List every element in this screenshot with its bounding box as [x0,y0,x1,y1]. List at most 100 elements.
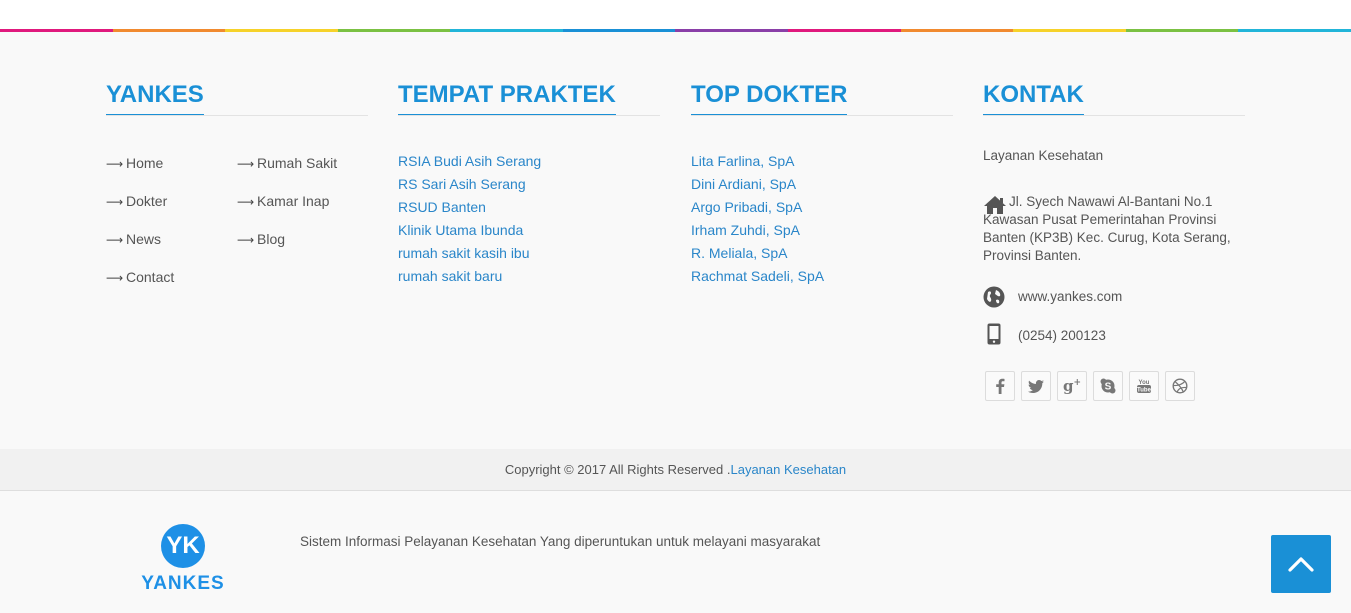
social-links: g+ S You Tube [985,371,1201,401]
list-item: rumah sakit kasih ibu [398,242,541,265]
nav-item-label: Contact [126,269,175,285]
logo-wordmark: YANKES [141,573,225,594]
stripe-segment [1013,29,1126,32]
address-text: Jl. Syech Nawawi Al-Bantani No.1 Kawasan… [983,194,1231,263]
stripe-segment [562,29,676,32]
list-item: R. Meliala, SpA [691,242,824,265]
stripe-segment [112,29,226,32]
dokter-link[interactable]: Dini Ardiani, SpA [691,176,796,192]
nav-item-label: Dokter [126,193,168,209]
column-title-tempat-praktek: TEMPAT PRAKTEK [398,80,616,116]
arrow-right-icon: ⟶ [106,157,124,171]
list-item: Irham Zuhdi, SpA [691,219,824,242]
stripe-segment [225,29,338,32]
stripe-segment [1238,29,1351,32]
list-item: Klinik Utama Ibunda [398,219,541,242]
tempat-link[interactable]: rumah sakit baru [398,268,502,284]
nav-item-label: News [126,231,162,247]
home-icon [984,196,1006,214]
yankes-logo[interactable]: YK YANKES [138,524,228,594]
list-item: RSIA Budi Asih Serang [398,150,541,173]
tempat-link[interactable]: Klinik Utama Ibunda [398,222,523,238]
phone-text: (0254) 200123 [1018,328,1106,343]
copyright-link[interactable]: Layanan Kesehatan [730,462,846,477]
nav-item-label: Rumah Sakit [257,155,338,171]
back-to-top-button[interactable] [1271,535,1331,593]
phone-icon [987,323,1001,345]
youtube-icon[interactable]: You Tube [1129,371,1159,401]
dokter-link[interactable]: Irham Zuhdi, SpA [691,222,800,238]
color-stripe [0,29,1351,32]
stripe-segment [337,29,451,32]
dokter-link[interactable]: Rachmat Sadeli, SpA [691,268,824,284]
logo-circle: YK [161,524,205,568]
stripe-segment [900,29,1014,32]
column-title-kontak: KONTAK [983,80,1084,116]
stripe-segment [1125,29,1239,32]
column-title-yankes: YANKES [106,80,204,116]
top-dokter-list: Lita Farlina, SpA Dini Ardiani, SpA Argo… [691,150,824,288]
facebook-icon[interactable] [985,371,1015,401]
bottom-footer: YK YANKES Sistem Informasi Pelayanan Kes… [0,491,1351,613]
tempat-link[interactable]: RS Sari Asih Serang [398,176,526,192]
dokter-link[interactable]: Lita Farlina, SpA [691,153,795,169]
arrow-right-icon: ⟶ [237,233,255,247]
tempat-link[interactable]: rumah sakit kasih ibu [398,245,530,261]
nav-item-blog[interactable]: ⟶ Blog [237,229,285,250]
column-divider [691,115,953,116]
svg-text:S: S [1105,382,1112,393]
svg-text:Tube: Tube [1137,388,1152,394]
nav-item-rumah-sakit[interactable]: ⟶ Rumah Sakit [237,153,337,174]
skype-icon[interactable]: S [1093,371,1123,401]
footer-column-tempat-praktek: TEMPAT PRAKTEK RSIA Budi Asih Serang RS … [398,80,660,284]
arrow-right-icon: ⟶ [106,233,124,247]
arrow-right-icon: ⟶ [237,157,255,171]
tagline: Sistem Informasi Pelayanan Kesehatan Yan… [300,534,821,549]
copyright-text: Copyright © 2017 All Rights Reserved . [504,462,731,477]
nav-item-dokter[interactable]: ⟶ Dokter [106,191,167,212]
nav-item-kamar-inap[interactable]: ⟶ Kamar Inap [237,191,329,212]
nav-item-label: Blog [257,231,286,247]
list-item: RSUD Banten [398,196,541,219]
arrow-right-icon: ⟶ [106,271,124,285]
stripe-segment [450,29,563,32]
list-item: RS Sari Asih Serang [398,173,541,196]
kontak-name: Layanan Kesehatan [983,148,1104,163]
header-area [0,0,1351,29]
google-plus-icon[interactable]: g+ [1057,371,1087,401]
tempat-link[interactable]: RSUD Banten [398,199,486,215]
stripe-segment [788,29,901,32]
globe-icon [983,286,1005,308]
list-item: Argo Pribadi, SpA [691,196,824,219]
nav-item-label: Home [126,155,164,171]
footer-column-yankes: YANKES ⟶ Home ⟶ Rumah Sakit ⟶ Dokter ⟶ Kamar… [106,80,368,285]
column-divider [106,115,368,116]
dokter-link[interactable]: R. Meliala, SpA [691,245,787,261]
nav-item-news[interactable]: ⟶ News [106,229,161,250]
stripe-segment [675,29,789,32]
tempat-link[interactable]: RSIA Budi Asih Serang [398,153,541,169]
dribbble-icon[interactable] [1165,371,1195,401]
nav-item-home[interactable]: ⟶ Home [106,153,163,174]
footer-column-kontak: KONTAK Layanan Kesehatan Jl. Syech Nawaw… [983,80,1245,401]
column-divider [983,115,1245,116]
website-text[interactable]: www.yankes.com [1018,288,1122,306]
column-title-top-dokter: TOP DOKTER [691,80,848,116]
arrow-right-icon: ⟶ [237,195,255,209]
nav-item-contact[interactable]: ⟶ Contact [106,267,174,288]
list-item: Lita Farlina, SpA [691,150,824,173]
arrow-right-icon: ⟶ [106,195,124,209]
column-divider [398,115,660,116]
chevron-up-icon [1288,557,1314,572]
footer-column-top-dokter: TOP DOKTER Lita Farlina, SpA Dini Ardian… [691,80,953,284]
list-item: rumah sakit baru [398,265,541,288]
dokter-link[interactable]: Argo Pribadi, SpA [691,199,802,215]
copyright-bar: Copyright © 2017 All Rights Reserved .La… [0,449,1351,491]
twitter-icon[interactable] [1021,371,1051,401]
list-item: Rachmat Sadeli, SpA [691,265,824,288]
list-item: Dini Ardiani, SpA [691,173,824,196]
stripe-segment [0,29,113,32]
nav-item-label: Kamar Inap [257,193,330,209]
kontak-address: Jl. Syech Nawawi Al-Bantani No.1 Kawasan… [983,193,1245,265]
tempat-praktek-list: RSIA Budi Asih Serang RS Sari Asih Seran… [398,150,541,288]
